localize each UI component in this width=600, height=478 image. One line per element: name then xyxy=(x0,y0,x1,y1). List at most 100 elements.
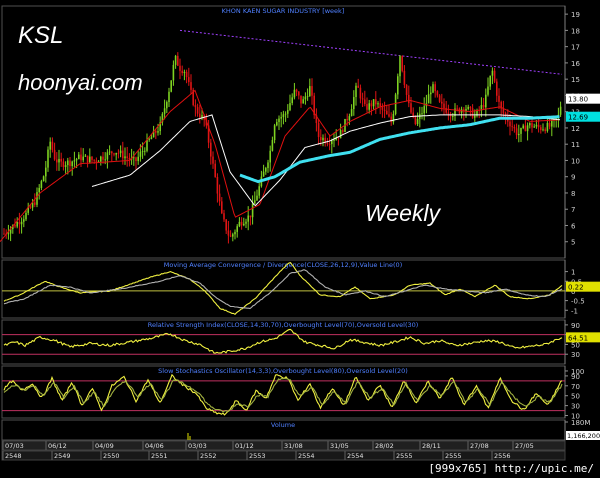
candle-body xyxy=(194,105,197,108)
candle-body xyxy=(7,233,10,235)
candle-body xyxy=(518,133,520,136)
candle-body xyxy=(216,176,219,194)
candle-body xyxy=(390,116,392,123)
candle-body xyxy=(502,108,505,114)
candle-body xyxy=(416,118,419,125)
candle-body xyxy=(25,212,27,220)
candle-body xyxy=(544,129,546,131)
candle-body xyxy=(177,55,179,66)
candle-body xyxy=(179,65,181,71)
candle-body xyxy=(287,110,289,114)
candle-body xyxy=(223,213,225,220)
candle-body xyxy=(309,86,311,97)
candle-body xyxy=(456,108,458,110)
candle-body xyxy=(115,152,117,155)
candle-body xyxy=(29,207,32,208)
tick-label: -0.5 xyxy=(571,298,585,306)
timeframe-label: Weekly xyxy=(365,200,440,226)
date-label: 04/09 xyxy=(95,442,114,450)
candle-body xyxy=(469,106,472,109)
candle-body xyxy=(489,75,491,87)
year-label: 2555 xyxy=(396,452,413,460)
candle-body xyxy=(251,203,254,218)
candle-body xyxy=(443,103,445,109)
candle-body xyxy=(377,103,379,105)
candle-body xyxy=(141,151,144,152)
candle-body xyxy=(355,85,357,98)
candle-body xyxy=(47,149,49,168)
candle-body xyxy=(317,123,320,138)
candle-body xyxy=(227,230,230,236)
tick-label: 11 xyxy=(571,141,580,149)
candle-body xyxy=(304,96,307,100)
candle-body xyxy=(214,163,216,177)
tick-label: 10 xyxy=(571,157,580,165)
candle-body xyxy=(399,56,401,77)
candle-body xyxy=(496,81,498,96)
tick-label: 90 xyxy=(571,373,580,381)
candle-body xyxy=(157,131,159,133)
candle-body xyxy=(124,156,126,159)
ma-mid xyxy=(91,114,561,207)
candle-body xyxy=(273,125,276,141)
tick-label: 9 xyxy=(571,174,575,182)
candle-body xyxy=(40,181,43,188)
candle-body xyxy=(236,226,238,232)
candle-body xyxy=(218,193,221,202)
candle-body xyxy=(172,64,175,81)
candle-body xyxy=(408,94,410,104)
candle-body xyxy=(95,160,98,162)
date-label: 27/05 xyxy=(515,442,534,450)
year-label: 2555 xyxy=(445,452,462,460)
candle-body xyxy=(392,113,395,123)
indicator-line-1-1 xyxy=(3,269,563,310)
date-label: 28/02 xyxy=(375,442,394,450)
candle-body xyxy=(89,156,91,163)
candle-body xyxy=(102,156,104,160)
candle-body xyxy=(423,106,425,114)
candle-body xyxy=(300,95,302,104)
candle-body xyxy=(452,115,454,117)
candle-body xyxy=(108,151,111,153)
candle-body xyxy=(537,124,540,128)
candle-body xyxy=(258,186,260,196)
candle-body xyxy=(293,89,296,98)
candle-body xyxy=(397,76,399,95)
date-label: 06/12 xyxy=(48,442,67,450)
candle-body xyxy=(119,150,122,154)
candle-body xyxy=(64,165,67,168)
candle-body xyxy=(280,117,282,119)
candle-body xyxy=(342,130,344,132)
candle-body xyxy=(23,219,25,222)
candle-body xyxy=(322,137,324,141)
candle-body xyxy=(185,71,188,78)
candle-body xyxy=(212,156,214,164)
candle-body xyxy=(269,150,271,163)
candle-body xyxy=(18,222,21,225)
candle-body xyxy=(328,143,331,145)
candle-body xyxy=(421,113,423,115)
candle-body xyxy=(526,125,529,132)
candle-body xyxy=(361,98,364,100)
candle-body xyxy=(289,103,291,111)
candle-body xyxy=(311,86,313,96)
candle-body xyxy=(359,87,362,99)
candle-body xyxy=(364,99,366,105)
candle-body xyxy=(137,156,139,162)
candle-body xyxy=(529,123,531,126)
candle-body xyxy=(111,151,113,154)
candle-body xyxy=(432,84,434,93)
tick-label: 50 xyxy=(571,393,580,401)
candle-body xyxy=(249,215,252,218)
tick-label: 16 xyxy=(571,60,580,68)
year-axis-band xyxy=(1,450,566,461)
candle-body xyxy=(210,142,212,157)
candle-body xyxy=(405,84,408,95)
candle-body xyxy=(3,233,5,235)
candle-body xyxy=(56,159,58,163)
last-value-2-0: 64.51 xyxy=(568,334,588,342)
candle-body xyxy=(170,80,172,92)
candle-body xyxy=(14,225,16,227)
candle-body xyxy=(403,70,406,85)
candle-body xyxy=(45,167,47,177)
